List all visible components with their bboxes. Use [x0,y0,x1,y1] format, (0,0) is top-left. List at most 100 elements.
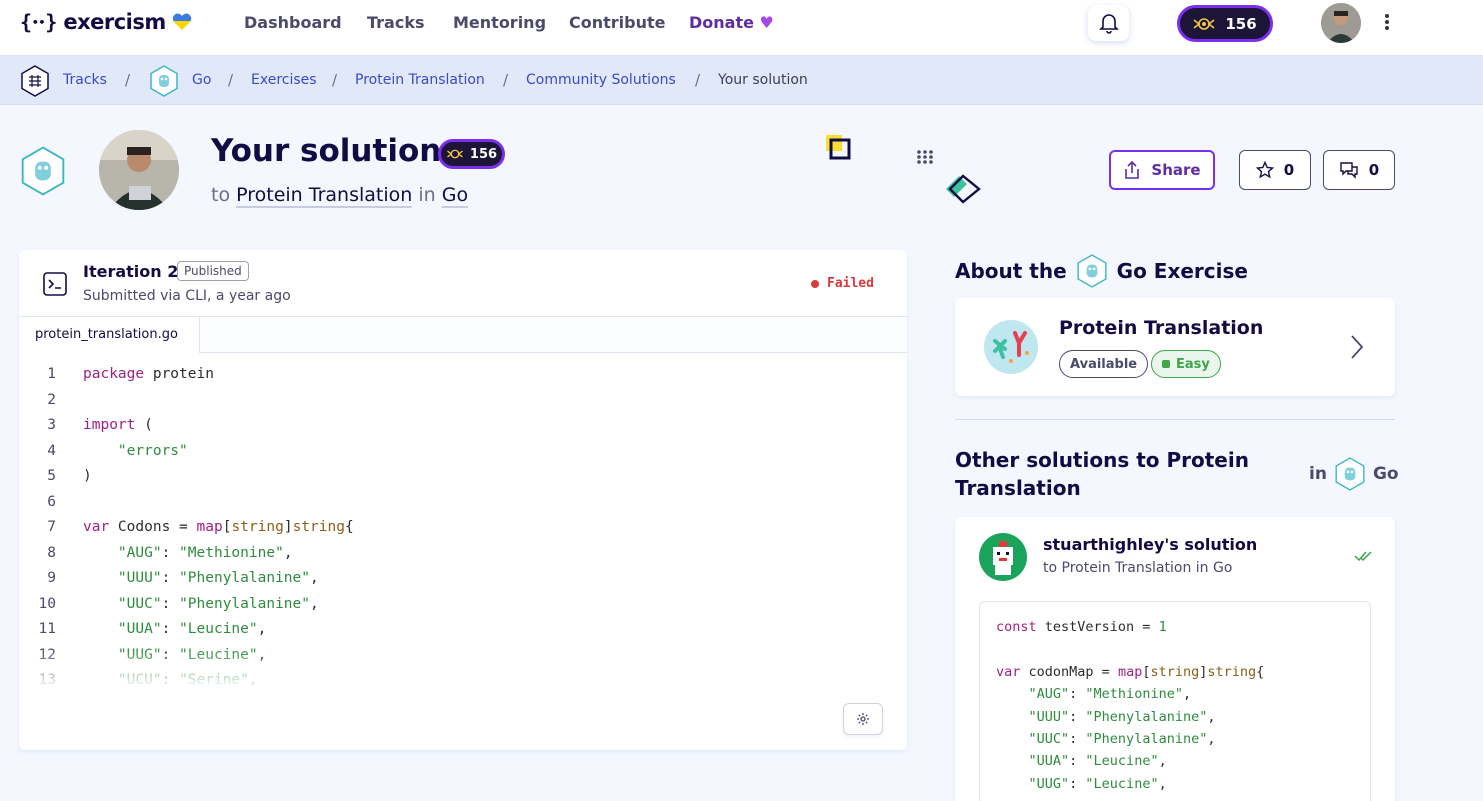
solution-code-line [996,638,1354,660]
available-tag: Available [1059,350,1149,378]
subtitle-to: to [211,184,231,206]
line-number: 7 [47,519,56,535]
line-code: "AUG": "Methionine", [117,544,293,561]
ukraine-heart-icon [172,13,191,30]
comments-button[interactable]: 0 [1323,150,1395,190]
exercism-logo[interactable]: {••} exercism [20,10,192,34]
reputation-icon [1193,17,1215,30]
solution-code-line: var codonMap = map[string]string{ [996,663,1265,680]
code-line: 6 [19,490,907,516]
iteration-card: Iteration 2 Published Submitted via CLI,… [19,250,907,750]
solution-code-line: "UUA": "Leucine", [1028,753,1167,770]
notifications-button[interactable] [1088,5,1129,41]
star-icon [1255,161,1274,179]
other-solutions-track[interactable]: in Go [1309,457,1399,491]
solution-author: stuarthighley's solution [1043,535,1258,554]
subtitle-in: in [418,184,436,206]
crumb-community-solutions[interactable]: Community Solutions [526,72,676,88]
code-fade [19,648,907,690]
solution-to: to Protein Translation in Go [1043,560,1233,576]
page-title: Your solution [211,133,442,169]
crumb-exercise[interactable]: Protein Translation [355,72,485,88]
nav-mentoring[interactable]: Mentoring [453,13,546,32]
line-number: 10 [38,595,56,612]
more-menu-icon[interactable] [1384,14,1390,32]
line-number: 8 [47,544,56,561]
exercise-link[interactable]: Protein Translation [236,184,413,208]
purple-heart-icon: ♥ [759,13,774,32]
code-line: 9 "UUU": "Phenylalanine", [19,566,907,592]
breadcrumb: Tracks / Go / Exercises / Protein Transl… [0,56,1483,105]
solution-code-line: "UUU": "Phenylalanine", [1028,708,1216,725]
file-tab[interactable]: protein_translation.go [19,317,200,353]
exercise-card[interactable]: Protein Translation Available Easy [955,298,1395,396]
line-number: 9 [47,570,56,586]
community-solution-card[interactable]: stuarthighley's solution to Protein Tran… [955,517,1395,801]
code-line: 11 "UUA": "Leucine", [19,617,907,643]
solution-code-preview: const testVersion = 1 var codonMap = map[… [979,601,1371,801]
crumb-separator: / [695,71,701,89]
settings-button[interactable] [843,703,883,735]
reputation-button[interactable]: 156 [1177,5,1273,42]
line-number: 2 [47,391,56,408]
crumb-tracks[interactable]: Tracks [63,72,107,88]
code-line: 1 package protein [19,362,907,388]
share-button[interactable]: Share [1109,150,1215,190]
about-heading-suffix: Go Exercise [1116,259,1248,283]
go-track-icon [150,65,178,97]
exercise-name: Protein Translation [1059,317,1264,339]
star-button[interactable]: 0 [1239,150,1311,190]
nav-contribute[interactable]: Contribute [569,13,666,32]
nav-dashboard[interactable]: Dashboard [244,13,342,32]
avatar-image [1321,3,1361,43]
user-avatar[interactable] [1321,3,1361,43]
solution-reputation-badge: 156 [438,139,505,169]
nav-donate-label: Donate [689,13,754,32]
logo-mark: {••} [20,10,58,34]
crumb-go[interactable]: Go [192,72,211,88]
code-line: 7 var Codons = map[string]string{ [19,515,907,541]
solution-code-line: const testVersion = 1 [996,619,1167,635]
crumb-separator: / [332,71,338,89]
double-check-icon [1354,551,1372,562]
code-line: 5) [19,464,907,490]
crumb-separator: / [125,71,131,89]
solution-author-avatar [979,533,1027,581]
go-track-icon [1077,254,1107,288]
code-line: 4 "errors" [19,439,907,465]
decorative-dots-icon [917,150,933,164]
line-code: "errors" [117,442,188,459]
crumb-exercises[interactable]: Exercises [251,72,317,88]
gear-icon [857,713,869,725]
solution-code-line: "UUG": "Leucine", [1028,775,1167,792]
share-label: Share [1151,161,1201,179]
nav-tracks[interactable]: Tracks [367,13,425,32]
file-tabs: protein_translation.go [19,316,907,353]
line-code: var Codons = map[string]string{ [83,519,354,535]
section-divider [955,419,1395,420]
line-number: 6 [47,493,56,510]
author-avatar [99,130,179,210]
nav-donate[interactable]: Donate ♥ [689,13,774,32]
code-line: 8 "AUG": "Methionine", [19,541,907,567]
chevron-right-icon [1351,335,1364,359]
line-code: ) [83,468,92,484]
status-dot-icon [811,279,819,288]
go-track-icon [1335,457,1365,491]
line-code: "UUU": "Phenylalanine", [117,570,319,586]
line-number: 3 [47,417,56,433]
solution-code-line: "AUG": "Methionine", [1028,686,1192,703]
decorative-diamond-icon [946,174,981,204]
difficulty-label: Easy [1176,356,1210,372]
top-nav: {••} exercism Dashboard Tracks Mentoring… [0,0,1483,56]
other-solutions-heading: Other solutions to Protein Translation [955,448,1249,500]
published-badge: Published [177,261,249,281]
about-heading: About the Go Exercise [955,254,1248,288]
tracks-hex-icon [21,65,49,97]
share-icon [1125,160,1140,179]
crumb-current: Your solution [718,72,808,88]
bell-icon [1098,14,1119,34]
track-link[interactable]: Go [441,184,469,208]
line-number: 11 [38,621,56,637]
line-code: "UUC": "Phenylalanine", [117,595,319,612]
